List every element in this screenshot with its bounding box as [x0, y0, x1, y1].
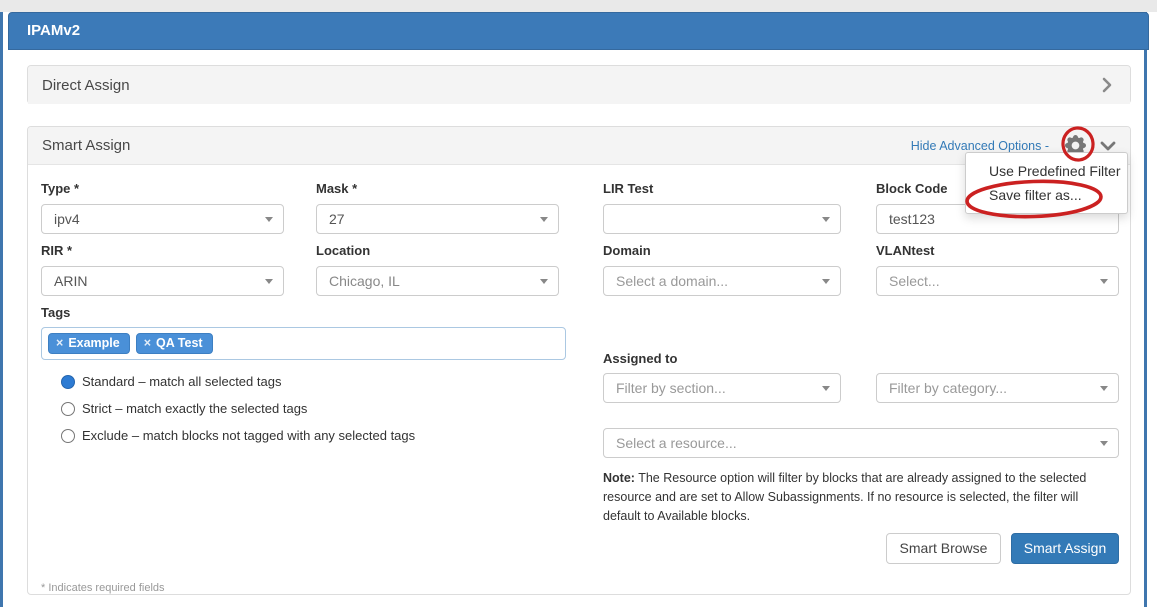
window-border-right	[1144, 12, 1147, 607]
radio-label: Strict – match exactly the selected tags	[82, 401, 307, 416]
remove-tag-icon[interactable]: ×	[144, 336, 151, 350]
caret-icon	[1100, 386, 1108, 391]
caret-icon	[540, 217, 548, 222]
chevron-right-icon[interactable]	[1102, 77, 1112, 93]
smart-assign-title: Smart Assign	[42, 137, 130, 154]
smart-assign-button[interactable]: Smart Assign	[1011, 533, 1119, 564]
window-border-left	[0, 12, 3, 607]
direct-assign-panel[interactable]: Direct Assign	[27, 65, 1131, 104]
remove-tag-icon[interactable]: ×	[56, 336, 63, 350]
rir-label: RIR *	[41, 243, 72, 258]
tag-label: QA Test	[156, 336, 203, 350]
lir-test-label: LIR Test	[603, 181, 653, 196]
lir-test-select[interactable]	[603, 204, 841, 234]
type-value: ipv4	[54, 211, 80, 227]
direct-assign-title: Direct Assign	[42, 77, 130, 94]
caret-icon	[822, 217, 830, 222]
tags-input[interactable]: × Example × QA Test	[41, 327, 566, 360]
resource-placeholder: Select a resource...	[616, 435, 737, 451]
rir-select[interactable]: ARIN	[41, 266, 284, 296]
resource-note: Note: The Resource option will filter by…	[603, 469, 1119, 525]
category-placeholder: Filter by category...	[889, 380, 1007, 396]
block-code-label: Block Code	[876, 181, 948, 196]
filter-dropdown-menu: Use Predefined Filter Save filter as...	[965, 152, 1128, 214]
chevron-down-icon[interactable]	[1100, 141, 1116, 151]
domain-select[interactable]: Select a domain...	[603, 266, 841, 296]
caret-icon	[1100, 441, 1108, 446]
caret-icon	[822, 279, 830, 284]
caret-icon	[1100, 279, 1108, 284]
assigned-to-label: Assigned to	[603, 351, 677, 366]
tags-label: Tags	[41, 305, 70, 320]
radio-unselected-icon[interactable]	[61, 402, 75, 416]
caret-icon	[265, 279, 273, 284]
vlantest-select[interactable]: Select...	[876, 266, 1119, 296]
location-value: Chicago, IL	[329, 273, 400, 289]
domain-placeholder: Select a domain...	[616, 273, 728, 289]
radio-exclude[interactable]: Exclude – match blocks not tagged with a…	[61, 428, 415, 443]
menu-item-use-predefined-filter[interactable]: Use Predefined Filter	[966, 159, 1127, 183]
resource-select[interactable]: Select a resource...	[603, 428, 1119, 458]
rir-value: ARIN	[54, 273, 87, 289]
mask-label: Mask *	[316, 181, 357, 196]
mask-value: 27	[329, 211, 345, 227]
domain-label: Domain	[603, 243, 651, 258]
radio-label: Standard – match all selected tags	[82, 374, 281, 389]
note-label: Note:	[603, 471, 635, 485]
hide-advanced-options-link[interactable]: Hide Advanced Options -	[911, 139, 1049, 153]
note-text: The Resource option will filter by block…	[603, 471, 1086, 523]
caret-icon	[540, 279, 548, 284]
top-strip	[0, 0, 1157, 12]
location-select[interactable]: Chicago, IL	[316, 266, 559, 296]
page-title: IPAMv2	[8, 12, 1149, 50]
filter-by-section-select[interactable]: Filter by section...	[603, 373, 841, 403]
radio-unselected-icon[interactable]	[61, 429, 75, 443]
section-placeholder: Filter by section...	[616, 380, 726, 396]
smart-browse-button[interactable]: Smart Browse	[886, 533, 1001, 564]
filter-by-category-select[interactable]: Filter by category...	[876, 373, 1119, 403]
smart-assign-body: Type * ipv4 Mask * 27 LIR Test Block Cod…	[28, 165, 1130, 595]
required-fields-note: * Indicates required fields	[41, 582, 165, 594]
ipam-page: IPAMv2 Direct Assign Smart Assign Hide A…	[0, 0, 1157, 607]
vlantest-label: VLANtest	[876, 243, 935, 258]
caret-icon	[822, 386, 830, 391]
radio-selected-icon[interactable]	[61, 375, 75, 389]
radio-label: Exclude – match blocks not tagged with a…	[82, 428, 415, 443]
type-select[interactable]: ipv4	[41, 204, 284, 234]
menu-item-save-filter-as[interactable]: Save filter as...	[966, 183, 1127, 207]
radio-standard[interactable]: Standard – match all selected tags	[61, 374, 281, 389]
vlantest-placeholder: Select...	[889, 273, 940, 289]
location-label: Location	[316, 243, 370, 258]
caret-icon	[265, 217, 273, 222]
radio-strict[interactable]: Strict – match exactly the selected tags	[61, 401, 307, 416]
tag-chip: × Example	[48, 333, 130, 354]
type-label: Type *	[41, 181, 79, 196]
tag-chip: × QA Test	[136, 333, 213, 354]
tag-label: Example	[68, 336, 119, 350]
mask-select[interactable]: 27	[316, 204, 559, 234]
